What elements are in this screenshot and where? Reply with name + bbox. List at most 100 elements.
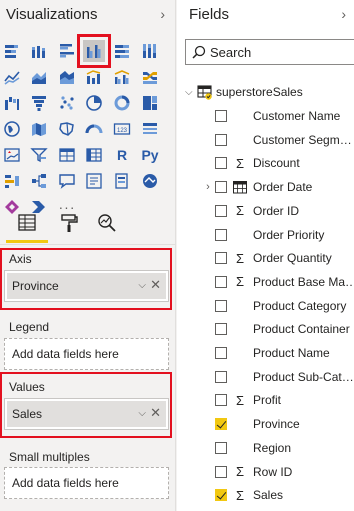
legend-well[interactable]: Add data fields here bbox=[4, 338, 169, 370]
100-stacked-column-chart-icon[interactable] bbox=[139, 40, 161, 62]
treemap-icon[interactable] bbox=[139, 92, 161, 114]
legend-placeholder: Add data fields here bbox=[12, 347, 119, 361]
key-influencers-icon[interactable] bbox=[1, 170, 23, 192]
arcgis-map-icon[interactable] bbox=[139, 170, 161, 192]
table-icon[interactable] bbox=[56, 144, 78, 166]
axis-field-name: Province bbox=[12, 279, 59, 293]
format-paint-roller-icon[interactable] bbox=[56, 210, 82, 236]
matrix-icon[interactable] bbox=[83, 144, 105, 166]
field-row[interactable]: Σ Product Base Ma… bbox=[177, 272, 354, 292]
scatter-chart-icon[interactable] bbox=[56, 92, 78, 114]
analytics-magnifier-icon[interactable] bbox=[94, 210, 120, 236]
field-checkbox[interactable] bbox=[215, 204, 227, 217]
field-row[interactable]: Σ Order ID bbox=[177, 201, 354, 221]
stacked-area-chart-icon[interactable] bbox=[56, 66, 78, 88]
chevron-right-icon[interactable]: › bbox=[160, 5, 165, 23]
field-name: Customer Name bbox=[253, 109, 341, 123]
line-and-stacked-column-chart-icon[interactable] bbox=[83, 66, 105, 88]
decomposition-tree-icon[interactable] bbox=[28, 170, 50, 192]
field-row[interactable]: Order Priority bbox=[177, 225, 354, 245]
field-row[interactable]: Customer Name bbox=[177, 106, 354, 126]
line-chart-icon[interactable] bbox=[1, 66, 23, 88]
chevron-down-icon[interactable]: ⌵ bbox=[185, 87, 197, 98]
r-script-visual-icon[interactable]: R bbox=[111, 144, 133, 166]
fields-search[interactable] bbox=[185, 39, 354, 65]
field-checkbox[interactable] bbox=[215, 157, 227, 170]
line-and-clustered-column-chart-icon[interactable] bbox=[111, 66, 133, 88]
field-checkbox[interactable] bbox=[215, 347, 227, 359]
remove-field-icon[interactable]: ✕ bbox=[150, 277, 161, 293]
chevron-right-icon[interactable]: › bbox=[203, 181, 213, 193]
field-row[interactable]: Product Sub-Cat… bbox=[177, 367, 354, 387]
field-checkbox[interactable] bbox=[215, 370, 227, 383]
field-checkbox[interactable] bbox=[215, 181, 227, 194]
field-row[interactable]: Customer Segm… bbox=[177, 130, 354, 150]
paginated-report-icon[interactable] bbox=[111, 170, 133, 192]
chevron-down-icon[interactable]: ⌵ bbox=[138, 280, 146, 291]
multi-row-card-icon[interactable] bbox=[139, 118, 161, 140]
sigma-icon: Σ bbox=[235, 464, 245, 479]
field-checkbox[interactable] bbox=[215, 323, 227, 336]
field-checkbox[interactable] bbox=[215, 110, 227, 122]
field-checkbox[interactable] bbox=[215, 465, 227, 478]
area-chart-icon[interactable] bbox=[28, 66, 50, 88]
ribbon-chart-icon[interactable] bbox=[139, 66, 161, 88]
field-name: Customer Segm… bbox=[253, 132, 352, 147]
clustered-column-chart-icon[interactable] bbox=[77, 34, 111, 68]
field-checkbox[interactable] bbox=[215, 299, 227, 312]
shape-map-icon[interactable] bbox=[56, 118, 78, 140]
qa-visual-icon[interactable] bbox=[56, 170, 78, 192]
field-checkbox[interactable] bbox=[215, 275, 227, 288]
python-visual-icon[interactable]: Py bbox=[139, 144, 161, 166]
axis-well[interactable]: Province ⌵ ✕ bbox=[4, 270, 169, 302]
field-checkbox[interactable] bbox=[215, 489, 227, 502]
axis-field-pill[interactable]: Province ⌵ ✕ bbox=[7, 273, 166, 299]
field-checkbox[interactable] bbox=[215, 252, 227, 265]
100-stacked-bar-chart-icon[interactable] bbox=[111, 40, 133, 62]
donut-chart-icon[interactable] bbox=[111, 92, 133, 114]
chevron-right-icon[interactable]: › bbox=[341, 5, 346, 23]
field-checkbox[interactable] bbox=[215, 228, 227, 241]
map-icon[interactable] bbox=[1, 118, 23, 140]
small-multiples-placeholder: Add data fields here bbox=[12, 476, 119, 490]
field-row[interactable]: Product Name bbox=[177, 343, 354, 363]
funnel-chart-icon[interactable] bbox=[28, 92, 50, 114]
smart-narrative-icon[interactable] bbox=[83, 170, 105, 192]
chevron-down-icon[interactable]: ⌵ bbox=[138, 408, 146, 419]
field-checkbox[interactable] bbox=[215, 394, 227, 407]
legend-label: Legend bbox=[9, 320, 50, 334]
field-row[interactable]: › Order Date bbox=[177, 177, 354, 197]
card-icon[interactable]: 123 bbox=[111, 118, 133, 140]
stacked-column-chart-icon[interactable] bbox=[28, 40, 50, 62]
field-row[interactable]: Σ Profit bbox=[177, 390, 354, 410]
small-multiples-well[interactable]: Add data fields here bbox=[4, 467, 169, 499]
field-row[interactable]: Σ Row ID bbox=[177, 462, 354, 482]
remove-field-icon[interactable]: ✕ bbox=[150, 405, 161, 421]
field-checkbox[interactable] bbox=[215, 133, 227, 146]
table-node[interactable]: ⌵ superstoreSales bbox=[185, 82, 354, 102]
field-row[interactable]: Σ Discount bbox=[177, 153, 354, 173]
field-checkbox[interactable] bbox=[215, 441, 227, 454]
kpi-icon[interactable] bbox=[1, 144, 23, 166]
filled-map-icon[interactable] bbox=[28, 118, 50, 140]
field-row[interactable]: Σ Sales bbox=[177, 485, 354, 505]
clustered-bar-chart-icon[interactable] bbox=[56, 40, 78, 62]
field-checkbox[interactable] bbox=[215, 418, 227, 431]
fields-tab-icon[interactable] bbox=[14, 210, 40, 236]
field-row[interactable]: Product Category bbox=[177, 296, 354, 316]
search-input[interactable] bbox=[210, 44, 340, 60]
stacked-bar-chart-icon[interactable] bbox=[1, 40, 23, 62]
field-row[interactable]: Province bbox=[177, 414, 354, 434]
table-icon bbox=[197, 85, 212, 100]
fields-pane: Fields › ⌵ superstoreSales Customer Name… bbox=[177, 0, 354, 511]
values-well[interactable]: Sales ⌵ ✕ bbox=[4, 398, 169, 430]
field-row[interactable]: Σ Order Quantity bbox=[177, 248, 354, 268]
field-row[interactable]: Region bbox=[177, 438, 354, 458]
values-field-pill[interactable]: Sales ⌵ ✕ bbox=[7, 401, 166, 427]
slicer-icon[interactable] bbox=[28, 144, 50, 166]
pie-chart-icon[interactable] bbox=[83, 92, 105, 114]
gauge-icon[interactable] bbox=[83, 118, 105, 140]
field-row[interactable]: Product Container bbox=[177, 319, 354, 339]
field-name: Discount bbox=[253, 156, 300, 171]
waterfall-chart-icon[interactable] bbox=[1, 92, 23, 114]
